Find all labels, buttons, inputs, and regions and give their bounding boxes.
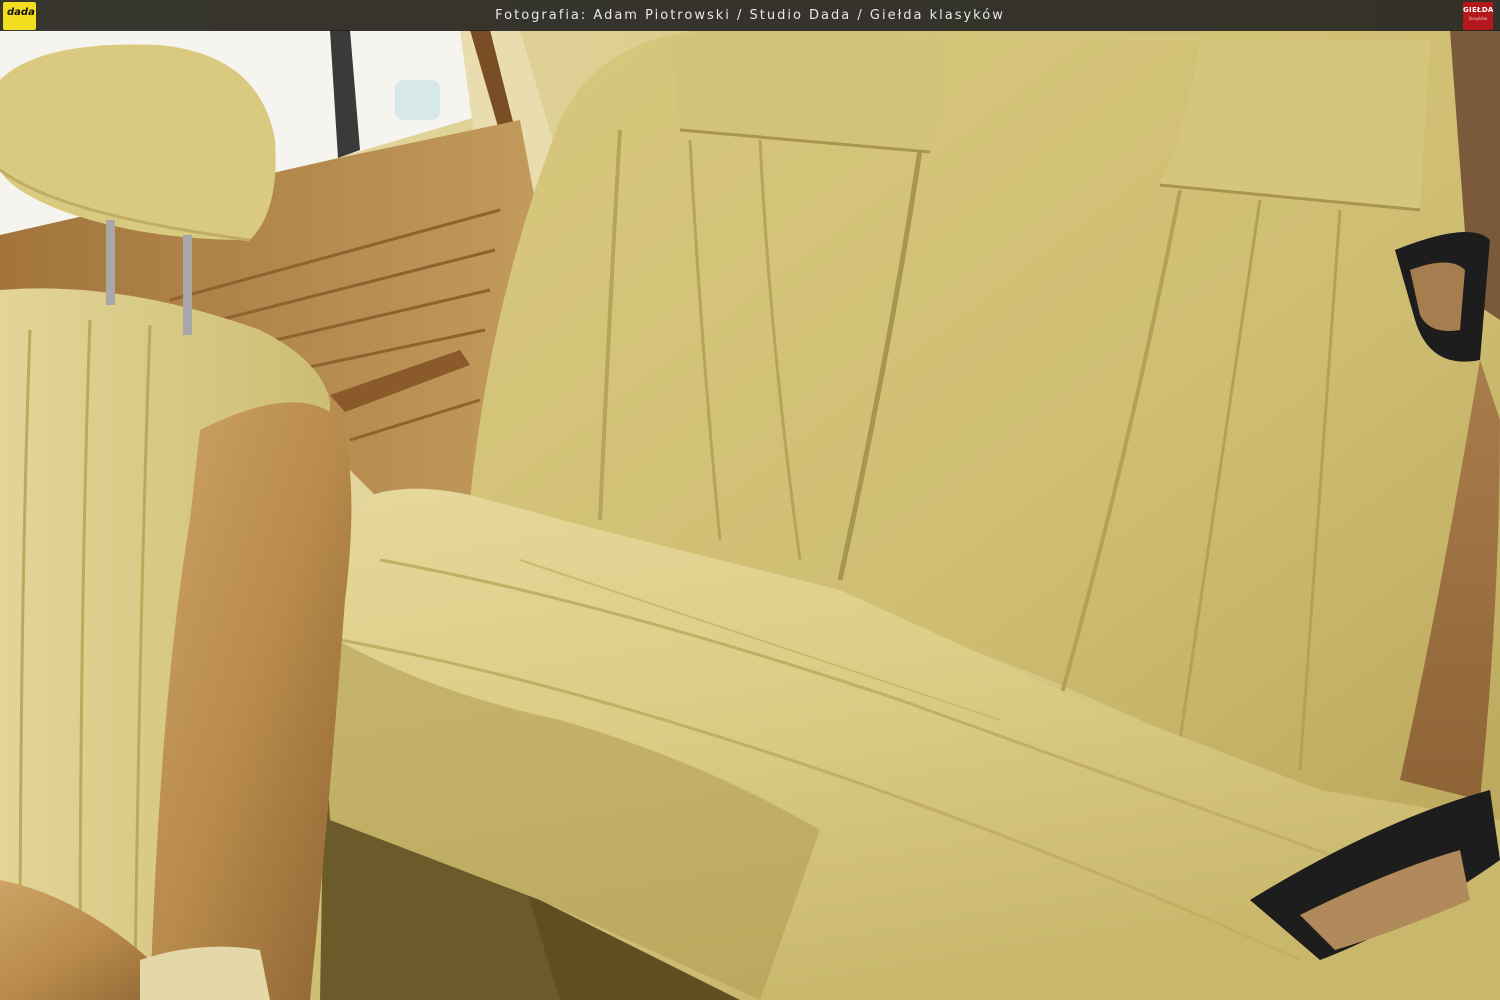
gielda-logo-line1: GIEŁDA	[1463, 6, 1493, 14]
dada-logo: dada	[3, 2, 36, 30]
dada-logo-text: dada	[7, 7, 35, 18]
photo-credit-caption: Fotografia: Adam Piotrowski / Studio Dad…	[495, 8, 1005, 23]
gielda-logo-line2: klasyków	[1468, 16, 1488, 21]
photo-viewer: Fotografia: Adam Piotrowski / Studio Dad…	[0, 0, 1500, 1000]
gielda-klasykow-logo: GIEŁDA klasyków	[1463, 2, 1493, 30]
car-interior-photo	[0, 0, 1500, 1000]
